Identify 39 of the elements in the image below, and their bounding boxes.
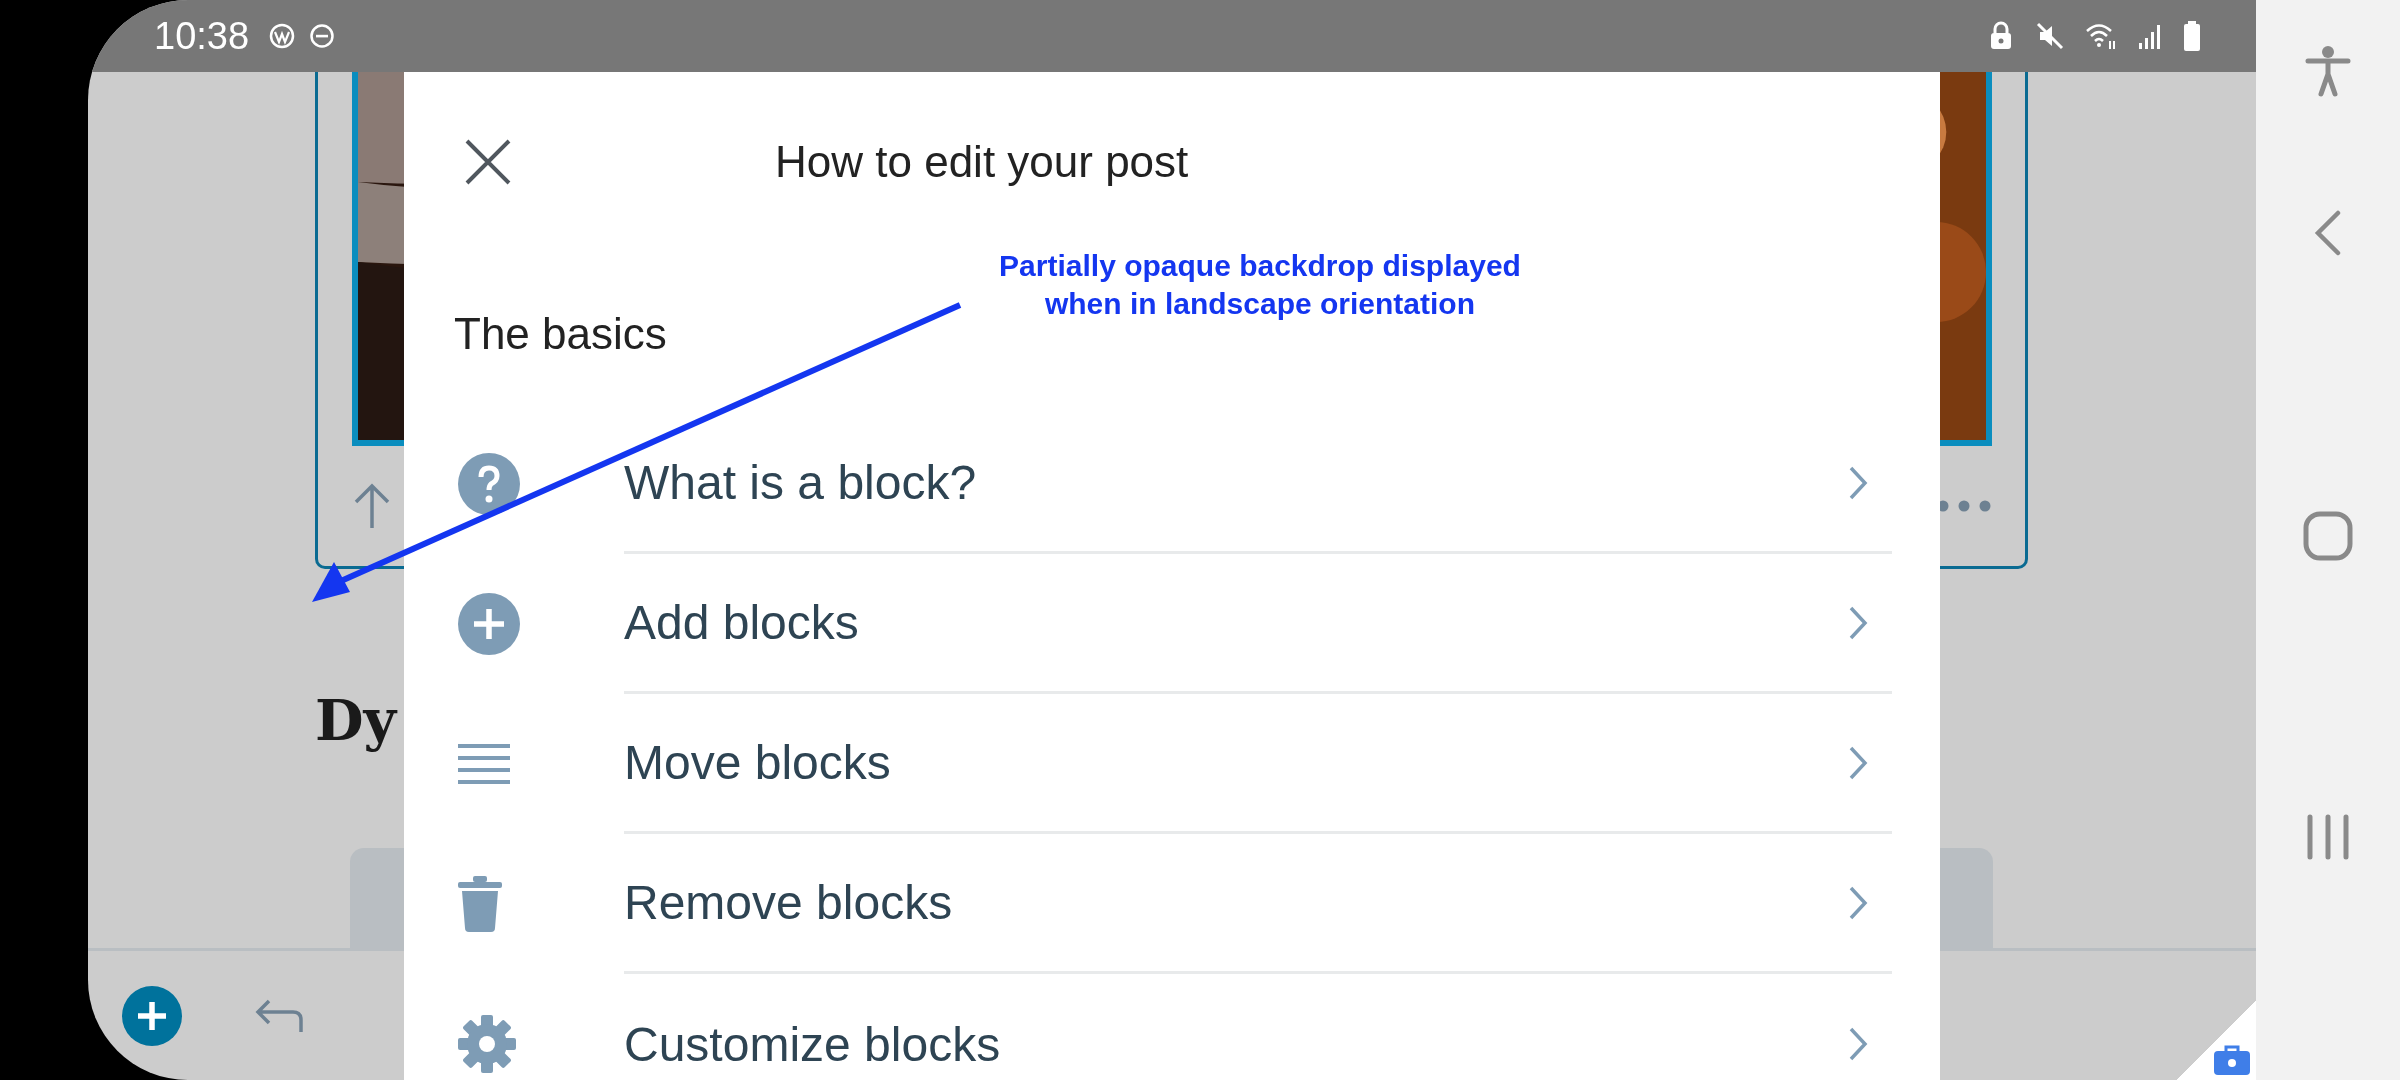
help-item[interactable]: Remove blocks	[454, 834, 1892, 974]
gear-icon	[458, 1015, 516, 1073]
post-heading[interactable]: Dy	[315, 687, 397, 753]
status-time: 10:38	[154, 14, 250, 58]
help-item[interactable]: Move blocks	[454, 694, 1892, 834]
plus-icon	[458, 593, 520, 655]
lines-icon	[458, 744, 510, 784]
chevron-icon	[1848, 744, 1868, 781]
help-item[interactable]: Add blocks	[454, 554, 1892, 694]
briefcase-icon[interactable]	[2212, 1043, 2252, 1077]
chevron-icon	[1848, 604, 1868, 641]
accessibility-icon[interactable]	[2305, 46, 2351, 98]
item-label: What is a block?	[624, 455, 977, 510]
trash-icon	[458, 876, 502, 932]
question-icon	[458, 453, 520, 515]
dialog-title: How to edit your post	[775, 137, 1189, 187]
annotation-text: Partially opaque backdrop displayed when in landscape orientation	[998, 248, 1522, 322]
undo-icon[interactable]	[253, 998, 305, 1034]
item-label: Move blocks	[624, 735, 891, 790]
item-label: Add blocks	[624, 595, 859, 650]
section-title: The basics	[454, 309, 667, 359]
help-item[interactable]: Customize blocks	[454, 974, 1892, 1080]
help-item[interactable]: What is a block?	[454, 414, 1892, 554]
close-icon[interactable]	[463, 137, 513, 187]
item-label: Customize blocks	[624, 1016, 1001, 1072]
item-label: Remove blocks	[624, 875, 953, 930]
wordpress-icon	[269, 23, 296, 49]
battery-icon	[2183, 20, 2201, 52]
home-icon[interactable]	[2303, 511, 2353, 561]
chevron-icon	[1848, 884, 1868, 921]
wifi-icon	[2085, 21, 2117, 51]
mute-icon	[2035, 21, 2065, 51]
up-arrow-icon[interactable]	[352, 482, 392, 530]
do-not-disturb-icon	[309, 23, 336, 49]
chevron-icon	[1848, 464, 1868, 501]
add-block-icon[interactable]	[121, 985, 183, 1047]
chevron-icon	[1848, 1026, 1868, 1062]
recent-apps-icon[interactable]	[2306, 814, 2350, 860]
back-icon[interactable]	[2314, 210, 2342, 256]
